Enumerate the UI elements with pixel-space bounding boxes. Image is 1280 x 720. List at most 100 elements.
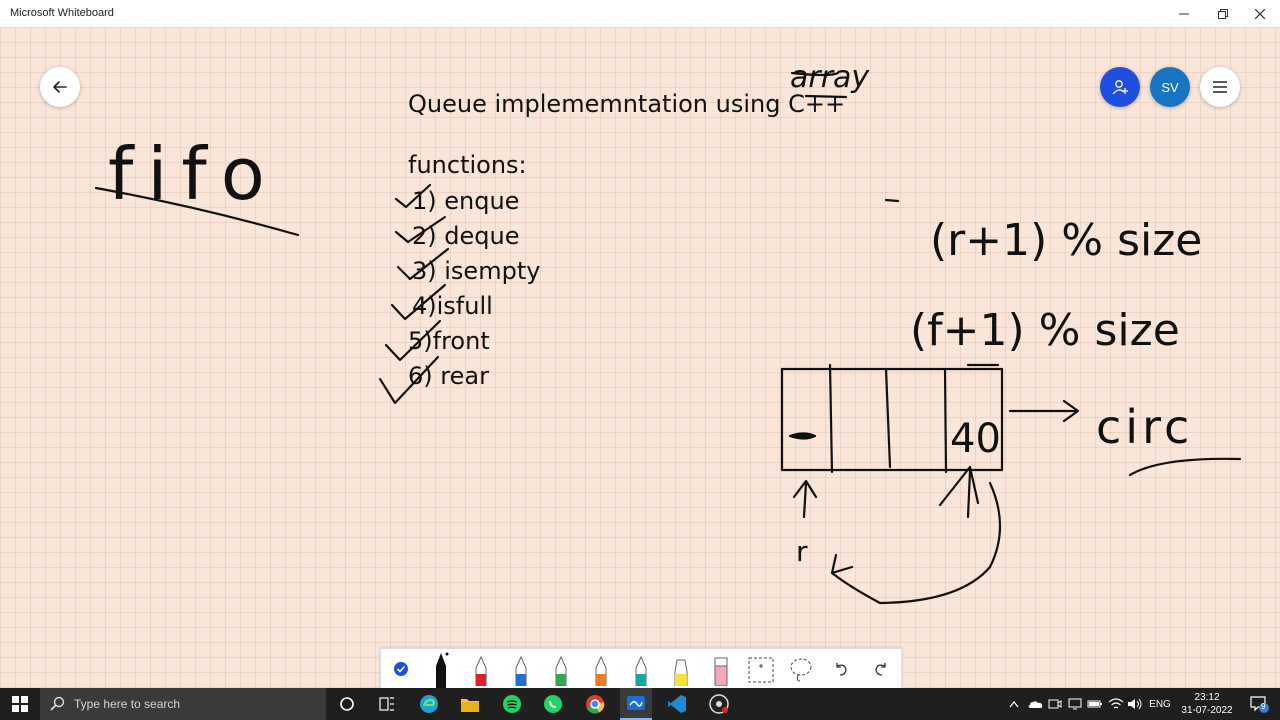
clock[interactable]: 23:12 31-07-2022	[1176, 688, 1238, 720]
select-tool[interactable]	[381, 649, 421, 689]
green-pen-tool[interactable]	[541, 649, 581, 689]
battery-tray[interactable]	[1086, 688, 1104, 720]
notification-count: 9	[1261, 702, 1266, 711]
edge-browser-icon	[420, 695, 438, 713]
undo-button[interactable]	[821, 649, 861, 689]
settings-menu-button[interactable]	[1200, 67, 1240, 107]
close-button[interactable]	[1237, 0, 1280, 27]
volume-tray[interactable]	[1126, 688, 1144, 720]
whatsapp-app[interactable]	[538, 688, 568, 720]
blue-pen-tool[interactable]	[501, 649, 541, 689]
lasso-tool[interactable]	[781, 649, 821, 689]
board-heading: Queue implememntation using C++	[408, 90, 845, 118]
action-center-button[interactable]: 9	[1244, 688, 1274, 720]
orange-pen-icon	[595, 655, 607, 686]
back-button[interactable]	[40, 67, 80, 107]
arrow-to-circ	[1008, 399, 1080, 423]
red-pen-tool[interactable]	[461, 649, 501, 689]
queue-divider-2	[884, 367, 892, 469]
task-view-icon	[379, 697, 394, 711]
black-pen-tool[interactable]	[421, 649, 461, 689]
windows-logo-icon	[12, 696, 28, 712]
show-hidden-icons[interactable]	[1006, 688, 1022, 720]
spotify-app[interactable]	[497, 688, 527, 720]
lasso-icon	[790, 658, 812, 682]
front-up-arrow	[938, 465, 980, 519]
task-view-button[interactable]	[372, 688, 402, 720]
close-icon	[1255, 8, 1265, 19]
monitor-icon	[1068, 698, 1082, 710]
blue-pen-icon	[515, 655, 527, 686]
vscode-app[interactable]	[662, 688, 692, 720]
restore-icon	[1218, 8, 1228, 19]
function-item-6: 6) rear	[408, 362, 489, 390]
clock-date: 31-07-2022	[1181, 705, 1233, 716]
whatsapp-icon	[544, 695, 562, 713]
wifi-icon	[1108, 698, 1124, 709]
queue-cell-value: 40	[950, 416, 1001, 462]
folder-icon	[461, 699, 479, 712]
function-item-3: 3) isempty	[412, 257, 540, 285]
cloud-icon	[1028, 701, 1043, 708]
undo-icon	[836, 663, 847, 676]
ruler-tool[interactable]	[741, 649, 781, 689]
language-indicator[interactable]: ENG	[1148, 688, 1172, 720]
circ-underline	[1128, 457, 1242, 477]
formula-rear: (r+1) % size	[930, 215, 1202, 266]
add-person-icon	[1112, 80, 1128, 95]
cortana-button[interactable]	[332, 688, 362, 720]
minimize-icon	[1179, 13, 1189, 14]
black-pen-icon	[436, 652, 449, 688]
window-title: Microsoft Whiteboard	[10, 7, 114, 19]
wifi-tray[interactable]	[1106, 688, 1126, 720]
function-item-4: 4)isfull	[412, 292, 493, 320]
ink-dash	[884, 198, 900, 203]
ink-layer: array Queue implememntation using C++ fi…	[94, 60, 1242, 605]
orange-pen-tool[interactable]	[581, 649, 621, 689]
speaker-icon	[1128, 698, 1142, 710]
chrome-icon	[586, 695, 605, 714]
circ-label: circ	[1096, 400, 1193, 454]
meet-now-tray[interactable]	[1046, 688, 1064, 720]
teal-pen-icon	[635, 655, 647, 686]
battery-icon	[1087, 700, 1102, 708]
share-button[interactable]	[1100, 67, 1140, 107]
vscode-icon	[668, 695, 686, 713]
chrome-app[interactable]	[580, 688, 610, 720]
inking-toolbar	[380, 648, 902, 689]
camera-icon	[1048, 699, 1062, 709]
windows-taskbar: Type here to search ENG 23:12 31-07-2022…	[0, 688, 1280, 720]
red-pen-icon	[475, 655, 487, 686]
whiteboard-app-active[interactable]	[620, 688, 652, 720]
file-explorer-app[interactable]	[455, 688, 485, 720]
wrap-around-arrow	[830, 481, 1002, 605]
display-tray[interactable]	[1066, 688, 1084, 720]
eraser-tool[interactable]	[701, 649, 741, 689]
teal-pen-tool[interactable]	[621, 649, 661, 689]
onedrive-tray[interactable]	[1026, 688, 1044, 720]
hamburger-menu-icon	[1213, 81, 1227, 93]
search-placeholder: Type here to search	[74, 697, 181, 711]
whiteboard-canvas[interactable]: array Queue implememntation using C++ fi…	[0, 27, 1280, 688]
highlighter-tool[interactable]	[661, 649, 701, 689]
edge-app[interactable]	[414, 688, 444, 720]
ruler-icon	[748, 657, 774, 683]
fifo-label: fifo	[108, 132, 279, 216]
obs-app[interactable]	[704, 688, 734, 720]
functions-title: functions:	[408, 151, 527, 179]
function-item-1: 1) enque	[412, 187, 519, 215]
queue-divider-3	[943, 367, 948, 474]
checkmark-icon	[394, 662, 408, 676]
clock-time: 23:12	[1194, 692, 1220, 703]
function-item-5: 5)front	[408, 327, 490, 355]
user-avatar[interactable]: SV	[1150, 67, 1190, 107]
green-pen-icon	[555, 655, 567, 686]
rear-pointer-label: r	[796, 535, 808, 568]
obs-icon	[709, 694, 729, 714]
start-button[interactable]	[0, 688, 40, 720]
taskbar-search-box[interactable]: Type here to search	[40, 688, 326, 720]
queue-divider-1	[828, 363, 834, 474]
redo-button[interactable]	[861, 649, 901, 689]
formula-front: (f+1) % size	[910, 305, 1180, 356]
search-icon	[50, 696, 65, 711]
